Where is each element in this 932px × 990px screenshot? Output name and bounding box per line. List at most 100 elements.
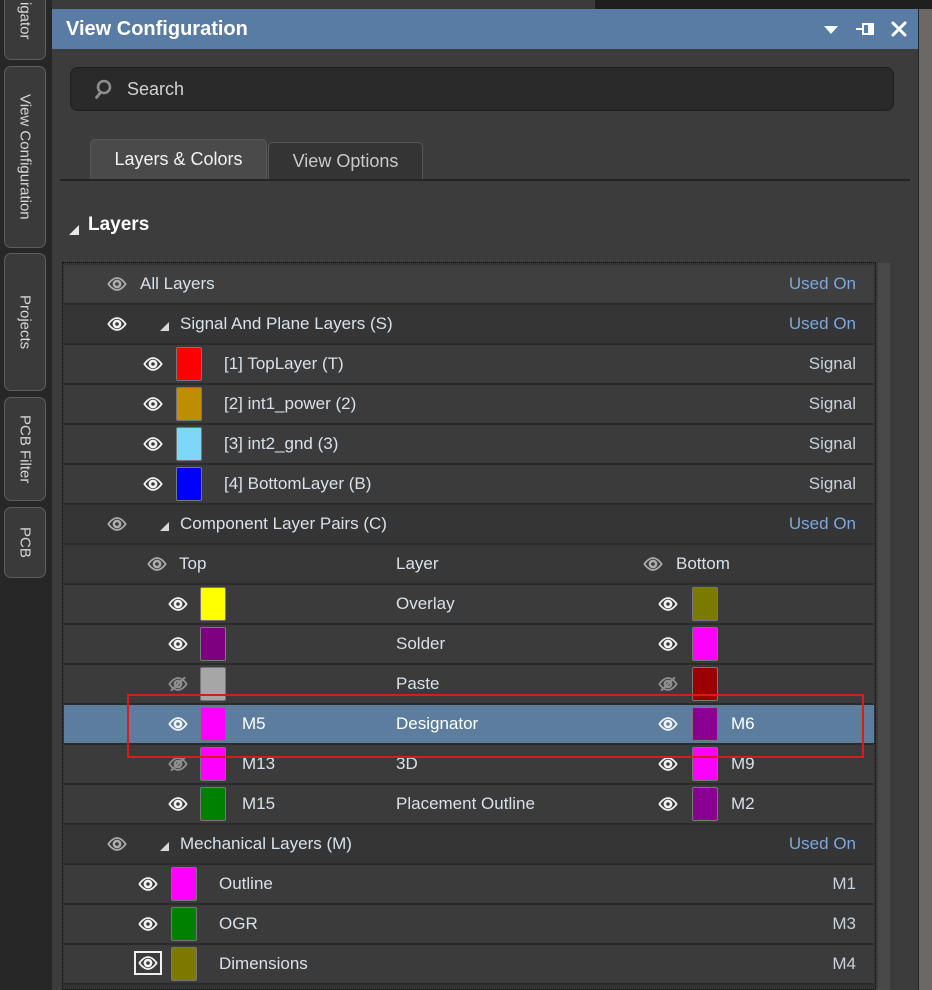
color-swatch[interactable] [176,347,202,381]
visible-eye-icon[interactable] [106,836,128,852]
layer-group-row[interactable]: Component Layer Pairs (C)Used On [64,505,874,545]
search-input[interactable] [125,72,869,106]
sidebar-tab-pcb[interactable]: PCB [4,507,46,578]
visible-eye-icon[interactable] [167,596,189,612]
color-swatch[interactable] [200,707,226,741]
visible-eye-icon [137,955,159,971]
collapse-triangle-icon [68,223,80,241]
pin-icon[interactable] [855,20,875,38]
pair-header-row[interactable]: TopLayerBottom [64,545,874,585]
color-swatch[interactable] [200,587,226,621]
layer-type-label: Signal [809,345,856,383]
color-swatch[interactable] [692,627,718,661]
color-swatch[interactable] [171,867,197,901]
visible-eye-icon[interactable] [142,356,164,372]
tab-layers-and-colors[interactable]: Layers & Colors [90,139,267,179]
layer-name-label: [3] int2_gnd (3) [224,425,338,463]
panel-titlebar: View Configuration [52,9,918,49]
layer-type-label: Signal [809,425,856,463]
sidebar-tab-label: igator [17,2,34,40]
color-swatch[interactable] [200,787,226,821]
layer-pair-row[interactable]: Overlay [64,585,874,625]
sidebar-tab-navigator[interactable]: igator [4,0,46,60]
layer-row[interactable]: [2] int1_power (2)Signal [64,385,874,425]
hidden-eye-icon[interactable] [167,756,189,772]
visible-eye-icon[interactable] [657,796,679,812]
visible-eye-icon[interactable] [137,876,159,892]
layer-row[interactable]: [4] BottomLayer (B)Signal [64,465,874,505]
expand-triangle-icon[interactable] [159,319,170,337]
visible-eye-icon[interactable] [142,396,164,412]
layer-number-label: M9 [731,745,755,783]
layer-row[interactable]: OGRM3 [64,905,874,945]
visible-eye-icon[interactable] [167,636,189,652]
used-on-label[interactable]: Used On [789,825,856,863]
hidden-eye-icon[interactable] [657,676,679,692]
layer-group-row[interactable]: All LayersUsed On [64,265,874,305]
color-swatch[interactable] [200,627,226,661]
layer-group-row[interactable]: Mechanical Layers (M) Used On [64,825,874,865]
layer-row[interactable]: OutlineM1 [64,865,874,905]
visible-eye-icon[interactable] [642,556,664,572]
hidden-eye-icon[interactable] [167,676,189,692]
close-icon[interactable] [889,20,909,38]
visible-eye-icon[interactable] [657,636,679,652]
pair-function-label: Paste [396,665,439,703]
pair-function-label: Solder [396,625,445,663]
color-swatch[interactable] [692,667,718,701]
layer-row[interactable]: [1] TopLayer (T) Signal [64,345,874,385]
sidebar-tab-pcb-filter[interactable]: PCB Filter [4,397,46,501]
color-swatch[interactable] [171,907,197,941]
color-swatch[interactable] [200,667,226,701]
layer-pair-row[interactable]: Paste [64,665,874,705]
tab-view-options[interactable]: View Options [268,142,423,179]
color-swatch[interactable] [171,947,197,981]
visible-eye-icon[interactable] [142,436,164,452]
visible-eye-icon[interactable] [142,476,164,492]
color-swatch[interactable] [692,707,718,741]
used-on-label[interactable]: Used On [789,305,856,343]
visible-eye-icon[interactable] [106,276,128,292]
visible-eye-icon[interactable] [106,316,128,332]
window-top-strip-dark [595,0,932,9]
layer-name-label: [1] TopLayer (T) [224,345,344,383]
layer-row[interactable]: [3] int2_gnd (3) Signal [64,425,874,465]
visible-eye-icon[interactable] [167,796,189,812]
visible-eye-icon[interactable] [146,556,168,572]
visible-eye-icon[interactable] [106,516,128,532]
visible-eye-icon[interactable] [137,916,159,932]
color-swatch[interactable] [176,427,202,461]
expand-triangle-icon[interactable] [159,519,170,537]
visible-eye-icon[interactable] [167,716,189,732]
used-on-label[interactable]: Used On [789,505,856,543]
expand-triangle-icon[interactable] [159,839,170,857]
sidebar-tab-view-configuration[interactable]: View Configuration [4,66,46,248]
used-on-label[interactable]: Used On [789,265,856,303]
color-swatch[interactable] [692,787,718,821]
color-swatch[interactable] [692,747,718,781]
layer-pair-row[interactable]: M133DM9 [64,745,874,785]
layer-pair-row[interactable]: M5DesignatorM6 [64,705,874,745]
group-name-label: Mechanical Layers (M) [180,825,352,863]
layer-name-label: [2] int1_power (2) [224,385,356,423]
tab-underline [60,179,910,181]
boxed-eye-icon[interactable] [134,951,162,975]
visible-eye-icon[interactable] [657,596,679,612]
panel-menu-dropdown-icon[interactable] [821,20,841,38]
layers-section-title: Layers [88,214,149,236]
layer-pair-row[interactable]: M15Placement OutlineM2 [64,785,874,825]
layer-pair-row[interactable]: Solder [64,625,874,665]
scrollbar[interactable] [878,263,890,990]
color-swatch[interactable] [200,747,226,781]
layer-row[interactable]: DimensionsM4 [64,945,874,985]
color-swatch[interactable] [692,587,718,621]
layer-number-label: M13 [242,745,275,783]
visible-eye-icon[interactable] [657,716,679,732]
color-swatch[interactable] [176,467,202,501]
pair-function-label: Designator [396,705,478,743]
color-swatch[interactable] [176,387,202,421]
editor-background-strip [919,9,932,990]
layer-group-row[interactable]: Signal And Plane Layers (S)Used On [64,305,874,345]
visible-eye-icon[interactable] [657,756,679,772]
sidebar-tab-projects[interactable]: Projects [4,253,46,391]
